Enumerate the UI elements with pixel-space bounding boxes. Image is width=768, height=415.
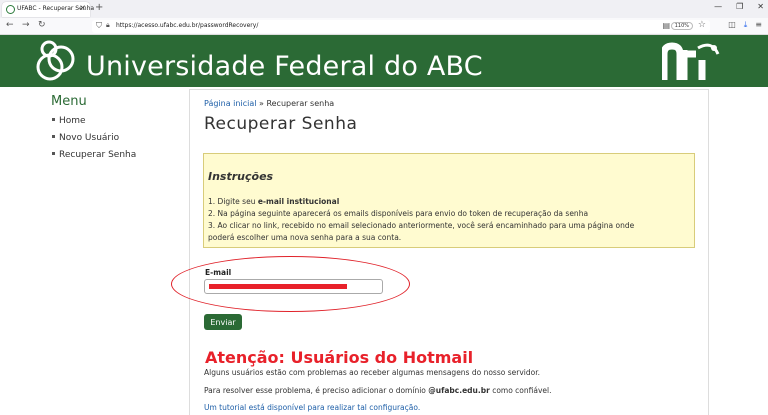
- nti-logo-icon: [662, 42, 720, 80]
- instruction-3a: 3. Ao clicar no link, recebido no email …: [208, 221, 635, 230]
- instruction-2: 2. Na página seguinte aparecerá os email…: [208, 209, 589, 218]
- page-title: Recuperar Senha: [204, 114, 358, 134]
- instruction-3b: poderá escolher uma nova senha para a su…: [208, 233, 402, 242]
- breadcrumb-home-link[interactable]: Página inicial: [204, 99, 256, 108]
- menu-icon[interactable]: ≡: [755, 20, 762, 30]
- toolbar-right: ◫ ⤓ ≡: [728, 20, 762, 30]
- bullet-icon: [52, 135, 55, 138]
- warning-domain: @ufabc.edu.br: [428, 386, 490, 395]
- sidebar-menu: Home Novo Usuário Recuperar Senha: [52, 116, 136, 167]
- url-bar[interactable]: ⛉ 🔒︎ https://acesso.ufabc.edu.br/passwor…: [92, 20, 710, 33]
- site-title[interactable]: Universidade Federal do ABC: [86, 51, 483, 82]
- instruction-1-text: 1. Digite seu: [208, 197, 258, 206]
- page-body: Menu Home Novo Usuário Recuperar Senha P…: [0, 87, 768, 415]
- instructions-title: Instruções: [208, 170, 274, 183]
- sidebar-item-label[interactable]: Recuperar Senha: [59, 150, 136, 160]
- instruction-1: 1. Digite seu e-mail institucional: [208, 196, 634, 208]
- browser-tab[interactable]: UFABC - Recuperar Senha ×: [2, 2, 94, 17]
- sidebar-item-home[interactable]: Home: [52, 116, 136, 133]
- highlight-circle: [171, 256, 410, 312]
- shield-icon[interactable]: ⛉: [96, 21, 102, 31]
- restore-icon[interactable]: ❐: [736, 2, 743, 11]
- bullet-icon: [52, 118, 55, 121]
- lock-icon[interactable]: 🔒︎: [106, 21, 110, 30]
- reload-icon[interactable]: ↻: [38, 20, 46, 30]
- breadcrumb: Página inicial » Recuperar senha: [204, 99, 334, 108]
- window-controls: — ❐ ✕: [714, 2, 764, 11]
- back-icon[interactable]: ←: [6, 20, 14, 30]
- new-tab-icon[interactable]: +: [95, 2, 103, 13]
- close-tab-icon[interactable]: ×: [79, 3, 86, 12]
- minimize-icon[interactable]: —: [714, 2, 722, 11]
- sidebar-item-recuperar-senha[interactable]: Recuperar Senha: [52, 150, 136, 167]
- url-text[interactable]: https://acesso.ufabc.edu.br/passwordReco…: [116, 22, 258, 29]
- site-header: Universidade Federal do ABC: [0, 35, 768, 87]
- warning-title: Atenção: Usuários do Hotmail: [205, 348, 474, 367]
- browser-tabbar: UFABC - Recuperar Senha × + — ❐ ✕: [0, 0, 768, 18]
- sidebar-item-label[interactable]: Home: [59, 116, 86, 126]
- warning-text-2: Para resolver esse problema, é preciso a…: [204, 386, 552, 395]
- reader-view-icon[interactable]: ▤: [662, 21, 670, 30]
- warning-text-1: Alguns usuários estão com problemas ao r…: [204, 368, 540, 377]
- instruction-1-bold: e-mail institucional: [257, 197, 340, 206]
- breadcrumb-separator: »: [256, 99, 267, 108]
- ufabc-logo-icon: [36, 40, 75, 81]
- bullet-icon: [52, 152, 55, 155]
- instructions-box: Instruções 1. Digite seu e-mail instituc…: [203, 153, 695, 248]
- sidebar-item-label[interactable]: Novo Usuário: [59, 133, 119, 143]
- warning-text-2-prefix: Para resolver esse problema, é preciso a…: [204, 386, 429, 395]
- favicon-icon: [6, 5, 15, 14]
- close-window-icon[interactable]: ✕: [757, 2, 764, 11]
- breadcrumb-current: Recuperar senha: [266, 99, 335, 108]
- instructions-list: 1. Digite seu e-mail institucional 2. Na…: [208, 196, 634, 244]
- download-icon[interactable]: ⤓: [744, 20, 748, 30]
- warning-text-2-suffix: como confiável.: [489, 386, 552, 395]
- main-content: Página inicial » Recuperar senha Recuper…: [171, 89, 709, 415]
- send-button[interactable]: Enviar: [204, 314, 242, 330]
- zoom-level[interactable]: 110%: [670, 22, 693, 30]
- tutorial-link[interactable]: Um tutorial está disponível para realiza…: [204, 403, 420, 412]
- forward-icon[interactable]: →: [22, 20, 30, 30]
- bookmark-star-icon[interactable]: ☆: [698, 20, 706, 30]
- pocket-icon[interactable]: ◫: [728, 20, 736, 30]
- sidebar-title: Menu: [51, 94, 87, 109]
- sidebar-item-novo-usuario[interactable]: Novo Usuário: [52, 133, 136, 150]
- browser-navbar: ← → ↻ ⛉ 🔒︎ https://acesso.ufabc.edu.br/p…: [0, 18, 768, 35]
